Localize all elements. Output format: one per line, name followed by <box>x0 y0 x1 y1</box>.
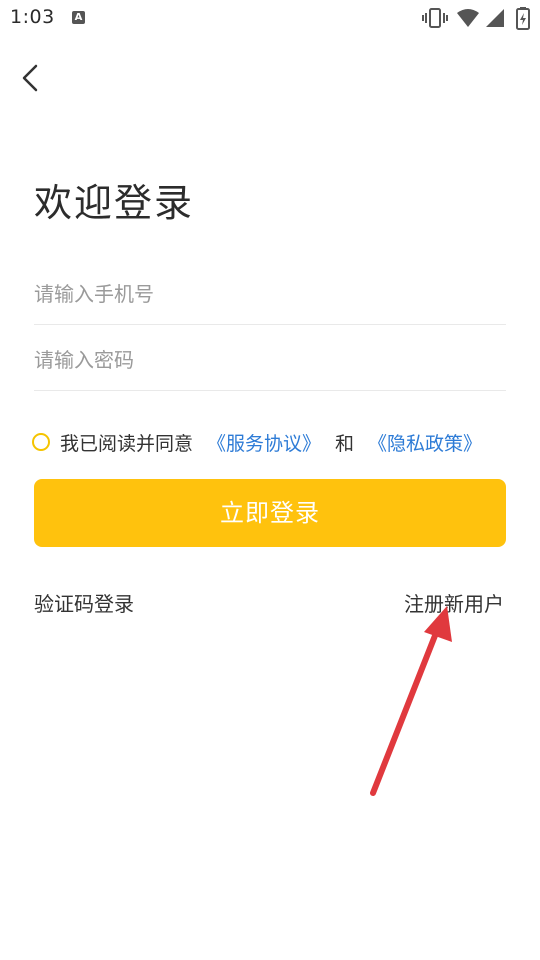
login-button[interactable]: 立即登录 <box>34 479 506 547</box>
privacy-policy-link[interactable]: 《隐私政策》 <box>368 429 482 456</box>
back-button[interactable] <box>14 60 50 96</box>
signal-icon <box>486 9 504 27</box>
notification-a-icon: A <box>72 11 85 24</box>
sms-code-login-link[interactable]: 验证码登录 <box>34 588 134 617</box>
agree-checkbox[interactable] <box>32 433 50 451</box>
register-new-user-link[interactable]: 注册新用户 <box>404 588 504 617</box>
vibrate-icon <box>422 8 448 28</box>
page-title: 欢迎登录 <box>34 181 195 225</box>
service-agreement-link[interactable]: 《服务协议》 <box>207 429 321 456</box>
wifi-icon <box>457 9 479 27</box>
password-field-container <box>34 330 506 391</box>
status-icons <box>422 6 532 30</box>
phone-field-container <box>34 264 506 325</box>
status-bar: 1:03 A <box>0 0 540 38</box>
agreement-text: 我已阅读并同意 <box>60 432 194 455</box>
status-time: 1:03 <box>10 6 55 28</box>
agreement-row: 我已阅读并同意 《服务协议》 和 《隐私政策》 <box>32 426 512 458</box>
chevron-left-icon <box>22 64 38 92</box>
battery-icon <box>516 7 530 30</box>
password-input[interactable] <box>34 330 506 390</box>
agreement-and-text: 和 <box>335 432 355 455</box>
phone-input[interactable] <box>34 264 506 324</box>
